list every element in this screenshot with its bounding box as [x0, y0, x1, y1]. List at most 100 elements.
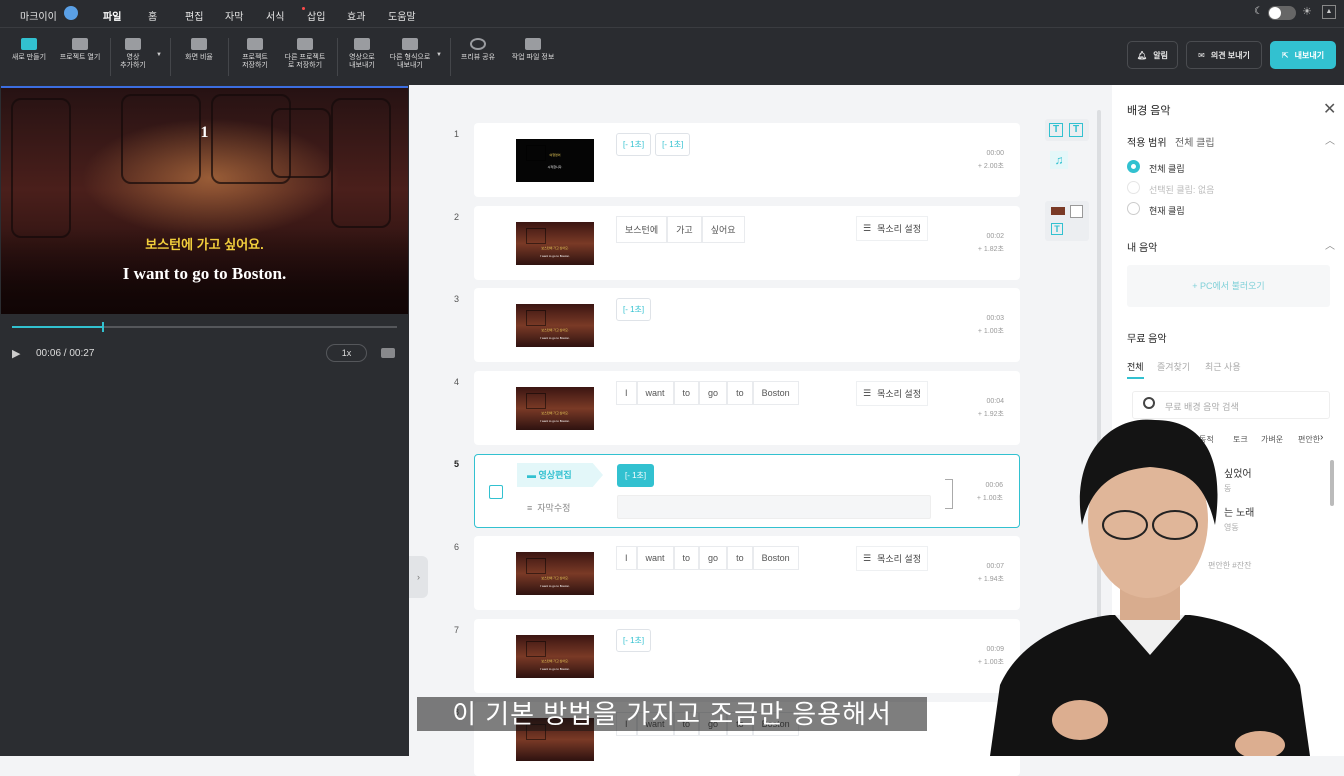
subtitle-input[interactable] [617, 495, 931, 519]
word-chip[interactable]: want [636, 381, 674, 405]
clip-row-selected[interactable]: ▬ 영상편집 ≡ 자막수정 [- 1초] 00:06 + 1.00초 [474, 454, 1020, 528]
word-chip[interactable]: to [673, 546, 700, 570]
clip-duration[interactable]: + 1.94초 [978, 573, 1004, 586]
menu-effect[interactable]: 효과 [347, 8, 365, 23]
tab-recent[interactable]: 최근 사용 [1205, 360, 1241, 373]
clip-duration[interactable]: + 1.00초 [978, 656, 1004, 669]
word-chip[interactable]: to [673, 381, 700, 405]
user-avatar-icon[interactable] [64, 6, 78, 20]
tag-calm[interactable]: 편안한 [1298, 434, 1320, 445]
clip-row[interactable]: 보스턴에 가고 싶어요. I want to go to Boston. [- 1초… [474, 619, 1020, 693]
radio-selected-clips[interactable] [1127, 181, 1140, 194]
silence-chip[interactable]: [- 1초] [616, 133, 652, 156]
theme-toggle[interactable] [1268, 6, 1296, 20]
speed-button[interactable]: 1x [326, 344, 367, 362]
export-button[interactable]: ⇱ 내보내기 [1270, 41, 1336, 69]
export-video-button[interactable]: 영상으로 내보내기 [344, 38, 380, 70]
seek-handle[interactable] [102, 322, 105, 332]
tab-favorites[interactable]: 즐겨찾기 [1157, 360, 1190, 373]
clip-row[interactable]: 여행영어 시작합니다. [- 1초] [- 1초] 00:00 + 2.00초 [474, 123, 1020, 197]
add-video-button[interactable]: 영상 추가하기 [116, 38, 150, 70]
tag-dynamic[interactable]: 동적 [1199, 434, 1214, 445]
clip-duration[interactable]: + 2.00초 [978, 160, 1004, 173]
option-selected-clips[interactable]: 선택된 클립: 없음 [1149, 183, 1214, 196]
track-title[interactable]: 싶었어 [1224, 465, 1252, 480]
close-icon[interactable]: ✕ [1323, 99, 1336, 119]
word-chip[interactable]: Boston [752, 381, 799, 405]
chevron-down-icon[interactable]: ▼ [436, 52, 442, 58]
music-note-icon[interactable]: ♫ [1050, 151, 1068, 169]
menu-format[interactable]: 서식 [266, 8, 284, 23]
clip-duration[interactable]: + 1.00초 [978, 325, 1004, 338]
chevron-up-icon[interactable]: ︿ [1325, 237, 1335, 252]
clip-thumbnail[interactable]: 보스턴에 가고 싶어요. I want to go to Boston. [516, 304, 594, 347]
word-chip[interactable]: Boston [752, 546, 799, 570]
clip-row[interactable]: 보스턴에 가고 싶어요. I want to go to Boston. Iwant… [474, 536, 1020, 610]
new-project-button[interactable]: 새로 만들기 [8, 38, 50, 62]
menu-help[interactable]: 도움말 [388, 8, 416, 23]
word-chip[interactable]: I [616, 546, 637, 570]
menu-home[interactable]: 홈 [148, 8, 157, 23]
collapse-panel-handle[interactable]: › [409, 556, 428, 598]
clip-row[interactable]: 보스턴에 가고 싶어요. I want to go to Boston. Iwant… [474, 371, 1020, 445]
feedback-button[interactable]: ✉ 의견 보내기 [1186, 41, 1262, 69]
word-chip[interactable]: to [727, 546, 753, 570]
word-chip[interactable]: 보스턴에 [616, 216, 668, 243]
menu-insert[interactable]: 삽입 [307, 8, 325, 23]
music-search-input[interactable]: 무료 배경 음악 검색 [1165, 400, 1239, 413]
clip-duration[interactable]: + 1.00초 [977, 492, 1003, 505]
aspect-ratio-button[interactable]: 화면 비율 [180, 38, 218, 62]
chevron-up-icon[interactable]: ︿ [1325, 132, 1335, 147]
voice-settings-button[interactable]: ☰ 목소리 설정 [856, 381, 928, 406]
chevron-right-icon[interactable]: › [1320, 432, 1323, 443]
tag-light[interactable]: 가벼운 [1261, 434, 1283, 445]
music-search-box[interactable]: 무료 배경 음악 검색 [1132, 391, 1330, 419]
alert-button[interactable]: 🔔︎ 알림 [1127, 41, 1178, 69]
seek-bar[interactable] [12, 322, 397, 332]
chevron-down-icon[interactable]: ▼ [156, 52, 162, 58]
clip-duration[interactable]: + 1.92초 [978, 408, 1004, 421]
option-all-clips[interactable]: 전체 클립 [1149, 162, 1185, 175]
clip-thumbnail[interactable]: 보스턴에 가고 싶어요. I want to go to Boston. [516, 635, 594, 678]
user-name[interactable]: 마크이이 [20, 8, 57, 23]
file-info-button[interactable]: 작업 파일 정보 [508, 38, 558, 62]
word-chip[interactable]: to [727, 381, 753, 405]
silence-chip[interactable]: [- 1초] [655, 133, 691, 156]
word-chip[interactable]: go [699, 381, 728, 405]
panel-scrollbar[interactable] [1330, 460, 1334, 506]
menu-file[interactable]: 파일 [103, 8, 122, 29]
play-icon[interactable]: ▶ [12, 347, 20, 360]
option-current-clip[interactable]: 현재 클립 [1149, 204, 1185, 217]
track-title[interactable]: 는 노래 [1224, 504, 1254, 519]
clip-row[interactable]: 보스턴에 가고 싶어요. I want to go to Boston. [- 1초… [474, 288, 1020, 362]
clip-duration[interactable]: + 1.82초 [978, 243, 1004, 256]
silence-chip[interactable]: [- 1초] [616, 298, 652, 321]
word-chip[interactable]: want [636, 546, 674, 570]
load-from-pc-button[interactable]: + PC에서 불러오기 [1127, 265, 1330, 307]
clip-thumbnail[interactable]: 보스턴에 가고 싶어요. I want to go to Boston. [516, 387, 594, 430]
open-project-button[interactable]: 프로젝트 열기 [56, 38, 104, 62]
preview-share-button[interactable]: 프리뷰 공유 [458, 38, 498, 62]
voice-settings-button[interactable]: ☰ 목소리 설정 [856, 216, 928, 241]
layer-tool[interactable]: T [1045, 201, 1089, 241]
save-as-button[interactable]: 다른 프로젝트 로 저장하기 [280, 38, 330, 70]
export-format-button[interactable]: 다른 형식으로 내보내기 [386, 38, 434, 70]
moon-icon[interactable]: ☾ [1254, 6, 1263, 17]
clip-thumbnail[interactable]: 보스턴에 가고 싶어요. I want to go to Boston. [516, 552, 594, 595]
sun-icon[interactable]: ☀ [1302, 5, 1312, 18]
silence-chip[interactable]: [- 1초] [616, 629, 652, 652]
video-edit-tab[interactable]: ▬ 영상편집 [517, 463, 603, 487]
radio-current-clip[interactable] [1127, 202, 1140, 215]
word-chip[interactable]: 가고 [667, 216, 702, 243]
video-preview[interactable]: 1 보스턴에 가고 싶어요. I want to go to Boston. [1, 86, 408, 314]
word-chip[interactable]: go [699, 546, 728, 570]
clip-row[interactable]: 보스턴에 가고 싶어요. I want to go to Boston. 보스턴에 가… [474, 206, 1020, 280]
radio-all-clips[interactable] [1127, 160, 1140, 173]
word-chip[interactable]: 싶어요 [701, 216, 745, 243]
subtitle-toggle-icon[interactable] [381, 348, 395, 358]
menu-edit[interactable]: 편집 [185, 8, 203, 23]
save-project-button[interactable]: 프로젝트 저장하기 [236, 38, 274, 70]
subtitle-edit-tab[interactable]: ≡ 자막수정 [527, 501, 570, 514]
silence-chip[interactable]: [- 1초] [617, 464, 655, 487]
menu-subtitle[interactable]: 자막 [225, 8, 243, 23]
